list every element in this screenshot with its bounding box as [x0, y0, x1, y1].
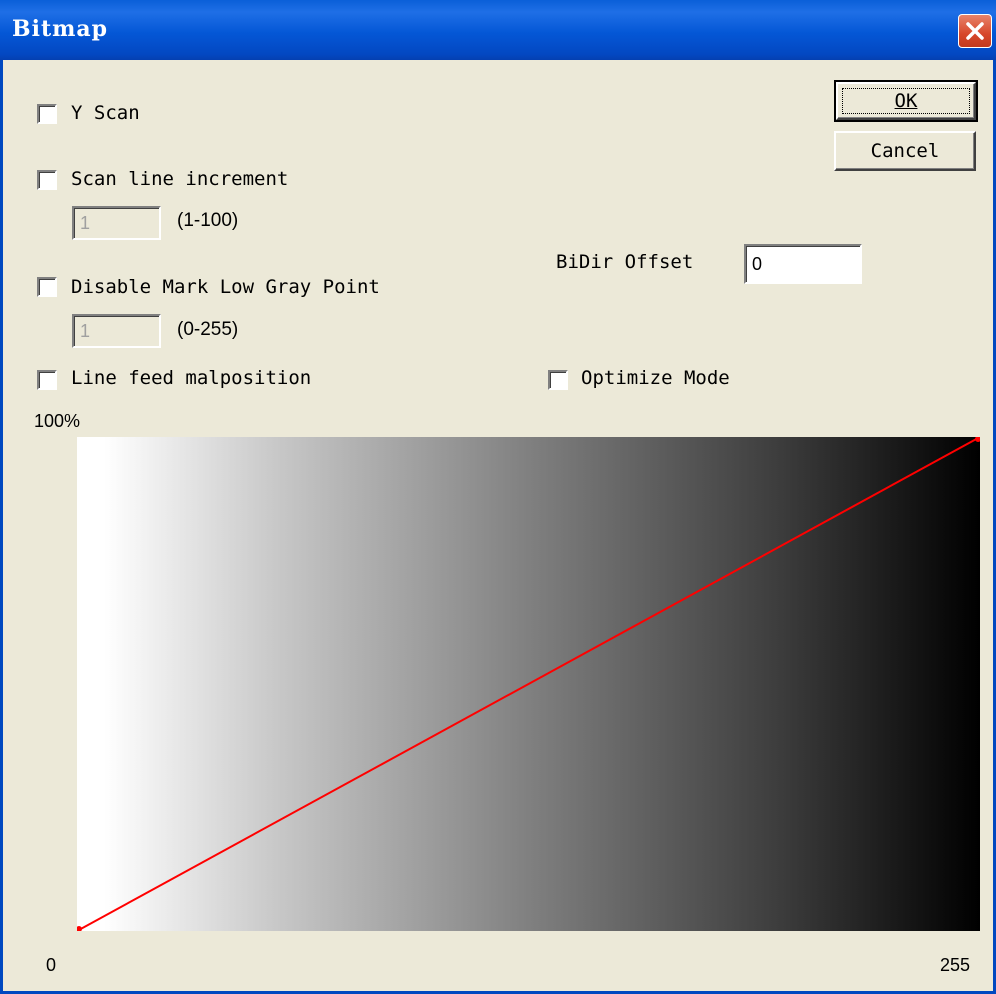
- y-max-label: 100%: [34, 411, 81, 431]
- scan-line-increment-range: (1-100): [177, 210, 239, 231]
- title-bar[interactable]: Bitmap: [0, 0, 996, 60]
- x-min-label: 0: [46, 955, 57, 975]
- close-button[interactable]: [958, 14, 992, 48]
- curve-end-point[interactable]: [975, 437, 980, 442]
- bidir-offset-input[interactable]: 0: [744, 244, 862, 284]
- line-feed-malposition-label: Line feed malposition: [71, 367, 312, 389]
- scan-line-increment-label: Scan line increment: [71, 168, 289, 190]
- line-feed-malposition-checkbox[interactable]: [37, 370, 57, 390]
- window-title: Bitmap: [12, 16, 109, 42]
- scan-line-increment-checkbox[interactable]: [37, 170, 57, 190]
- optimize-mode-checkbox[interactable]: [548, 370, 568, 390]
- cancel-button-label: Cancel: [870, 140, 940, 162]
- curve-start-point[interactable]: [77, 926, 82, 931]
- low-gray-point-range: (0-255): [177, 319, 239, 340]
- gray-curve-line[interactable]: [77, 437, 980, 931]
- scan-line-increment-input[interactable]: 1: [72, 206, 161, 240]
- bidir-offset-label: BiDir Offset: [556, 251, 694, 273]
- optimize-mode-label: Optimize Mode: [581, 367, 730, 389]
- x-max-label: 255: [940, 955, 971, 975]
- low-gray-point-input[interactable]: 1: [72, 314, 161, 348]
- ok-button-label: OK: [894, 90, 918, 112]
- gray-curve-canvas[interactable]: [77, 437, 980, 931]
- y-scan-label: Y Scan: [71, 102, 140, 124]
- cancel-button[interactable]: Cancel: [834, 131, 976, 171]
- close-icon: [966, 22, 984, 40]
- disable-mark-low-gray-checkbox[interactable]: [37, 277, 57, 297]
- ok-button[interactable]: OK: [834, 80, 978, 122]
- y-scan-checkbox[interactable]: [37, 104, 57, 124]
- disable-mark-low-gray-label: Disable Mark Low Gray Point: [71, 276, 380, 298]
- curve-svg: [77, 437, 980, 931]
